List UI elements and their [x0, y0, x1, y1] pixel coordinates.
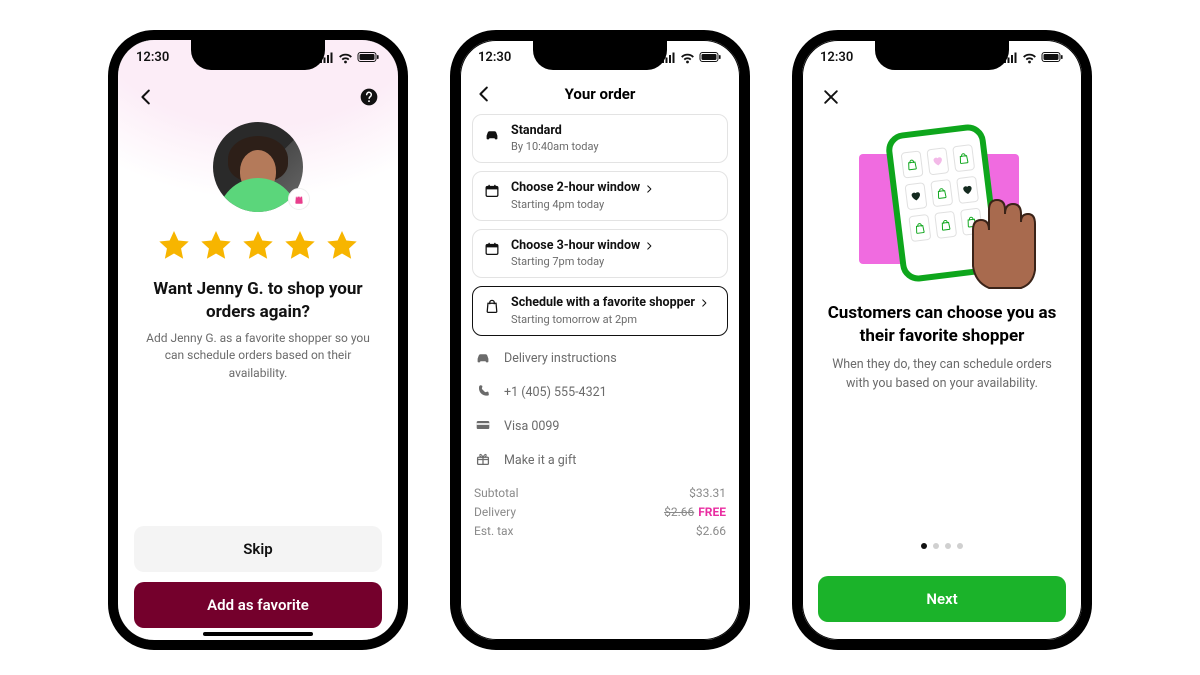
delivery-option-2hour[interactable]: Choose 2-hour window Starting 4pm today [472, 171, 728, 220]
battery-icon [699, 51, 722, 63]
hand-icon [923, 170, 1043, 290]
option-title: Standard [511, 124, 562, 138]
row-label: Make it a gift [504, 453, 576, 468]
phone-notch [191, 40, 325, 70]
phone-your-order: 12:30 Your order Standard By 10:40am tod… [450, 30, 750, 650]
phone-icon [474, 382, 492, 400]
wifi-icon [338, 51, 353, 64]
delivery-option-favorite-shopper[interactable]: Schedule with a favorite shopper Startin… [472, 286, 728, 335]
row-label: Visa 0099 [504, 419, 559, 434]
status-time: 12:30 [478, 50, 511, 65]
phone-favorite-shopper-prompt: 12:30 [108, 30, 408, 650]
prompt-heading: Want Jenny G. to shop your orders again? [118, 264, 398, 330]
delivery-original: $2.66 [664, 505, 694, 519]
star-icon [198, 228, 234, 264]
back-button[interactable] [472, 81, 498, 107]
back-arrow-icon [136, 86, 158, 108]
delivery-option-3hour[interactable]: Choose 3-hour window Starting 7pm today [472, 229, 728, 278]
next-button[interactable]: Next [818, 576, 1066, 622]
star-icon [324, 228, 360, 264]
battery-icon [1041, 51, 1064, 63]
battery-icon [357, 51, 380, 63]
calendar-icon [483, 240, 501, 258]
page-dot [957, 543, 963, 549]
skip-button[interactable]: Skip [134, 526, 382, 572]
option-title: Schedule with a favorite shopper [511, 296, 695, 310]
car-icon [483, 125, 501, 143]
status-icons [319, 51, 380, 64]
chevron-right-icon [644, 184, 654, 194]
close-button[interactable] [818, 84, 844, 110]
help-button[interactable] [356, 84, 382, 110]
prompt-subtext: Add Jenny G. as a favorite shopper so yo… [118, 330, 398, 382]
onboarding-heading: Customers can choose you as their favori… [802, 284, 1082, 356]
shopping-bag-icon [483, 297, 501, 315]
star-icon [156, 228, 192, 264]
phone-notch [533, 40, 667, 70]
add-as-favorite-button[interactable]: Add as favorite [134, 582, 382, 628]
row-label: Delivery instructions [504, 351, 617, 366]
make-gift-row[interactable]: Make it a gift [474, 450, 726, 472]
option-subtitle: By 10:40am today [511, 140, 717, 153]
chevron-right-icon [644, 241, 654, 251]
close-icon [821, 87, 841, 107]
wifi-icon [1022, 51, 1037, 64]
tax-label: Est. tax [474, 524, 514, 538]
row-label: +1 (405) 555-4321 [504, 385, 607, 400]
chevron-right-icon [699, 298, 709, 308]
page-title: Your order [565, 85, 636, 103]
subtotal-label: Subtotal [474, 486, 519, 500]
status-time: 12:30 [820, 50, 853, 65]
phone-shopper-onboarding: 12:30 [792, 30, 1092, 650]
credit-card-icon [474, 416, 492, 434]
shopping-bag-icon [292, 192, 306, 206]
onboarding-subtext: When they do, they can schedule orders w… [802, 356, 1082, 394]
gift-icon [474, 450, 492, 468]
back-arrow-icon [474, 83, 496, 105]
home-indicator[interactable] [203, 632, 313, 636]
option-subtitle: Starting tomorrow at 2pm [511, 313, 717, 326]
tax-value: $2.66 [696, 524, 726, 538]
page-dot [933, 543, 939, 549]
payment-card-row[interactable]: Visa 0099 [474, 416, 726, 438]
option-subtitle: Starting 4pm today [511, 198, 717, 211]
onboarding-illustration [802, 124, 1082, 284]
delivery-label: Delivery [474, 505, 516, 519]
option-title: Choose 3-hour window [511, 239, 640, 253]
subtotal-value: $33.31 [689, 486, 726, 500]
page-indicator [802, 543, 1082, 549]
car-icon [474, 348, 492, 366]
delivery-instructions-row[interactable]: Delivery instructions [474, 348, 726, 370]
wifi-icon [680, 51, 695, 64]
status-icons [661, 51, 722, 64]
shopper-badge [288, 188, 310, 210]
star-icon [282, 228, 318, 264]
phone-number-row[interactable]: +1 (405) 555-4321 [474, 382, 726, 404]
page-dot [945, 543, 951, 549]
option-subtitle: Starting 7pm today [511, 255, 717, 268]
calendar-icon [483, 182, 501, 200]
rating-stars [118, 228, 398, 264]
delivery-free: FREE [698, 505, 726, 519]
status-time: 12:30 [136, 50, 169, 65]
delivery-option-standard[interactable]: Standard By 10:40am today [472, 114, 728, 163]
status-icons [1003, 51, 1064, 64]
option-title: Choose 2-hour window [511, 181, 640, 195]
star-icon [240, 228, 276, 264]
help-icon [359, 87, 379, 107]
back-button[interactable] [134, 84, 160, 110]
phone-notch [875, 40, 1009, 70]
page-dot [921, 543, 927, 549]
order-totals: Subtotal $33.31 Delivery $2.66 FREE Est. … [460, 486, 740, 538]
